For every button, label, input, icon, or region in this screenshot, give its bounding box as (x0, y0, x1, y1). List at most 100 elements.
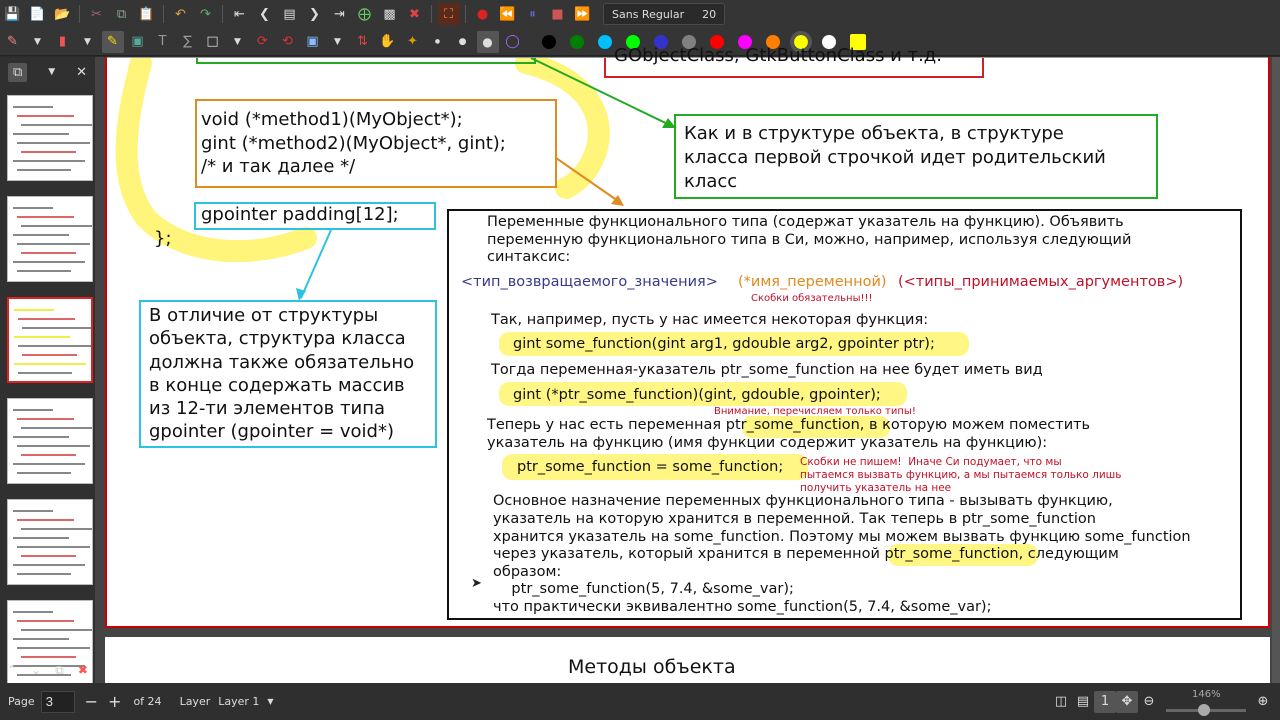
delete-page-icon[interactable]: ✖ (404, 3, 426, 25)
zoom-in-icon[interactable]: ⊕ (1252, 691, 1274, 713)
default-tool-icon[interactable]: ✦ (402, 31, 424, 53)
thumbnail-line (13, 510, 53, 512)
thumbnail-line (13, 409, 53, 411)
rewind-icon[interactable]: ⏪ (497, 3, 519, 25)
eraser-icon[interactable]: ▮ (52, 31, 74, 53)
goto-page-icon[interactable]: ▤ (279, 3, 301, 25)
last-page-icon[interactable]: ⇥ (329, 3, 351, 25)
page-label: Page (8, 695, 35, 708)
next-page-icon[interactable]: ❯ (304, 3, 326, 25)
copy-page-icon[interactable]: ⧉ (55, 663, 64, 678)
dropdown-icon[interactable]: ▼ (27, 31, 49, 53)
copy-icon[interactable]: ⧉ (111, 3, 133, 25)
syntax-args: (<типы_принимаемых_аргументов>) (898, 274, 1184, 290)
vertical-scrollbar[interactable] (1272, 57, 1280, 683)
undo-icon[interactable]: ↶ (170, 3, 192, 25)
increment-page-icon[interactable]: + (108, 692, 121, 711)
color-swatch[interactable] (598, 34, 612, 49)
math-tool-icon[interactable]: ∑ (177, 31, 199, 53)
zoom-slider[interactable]: 146% (1166, 687, 1246, 717)
thick-width-icon[interactable]: ● (476, 30, 499, 53)
text-tool-icon[interactable]: T (152, 31, 174, 53)
zoom-slider-handle[interactable] (1198, 703, 1210, 716)
record-icon[interactable]: ● (472, 3, 494, 25)
save-icon[interactable]: 💾 (2, 3, 24, 25)
hand-icon[interactable]: ✋ (377, 31, 399, 53)
thumbnail-line (22, 327, 91, 329)
page-thumbnail[interactable] (7, 196, 93, 282)
select-object-icon[interactable]: ⟲ (277, 31, 299, 53)
example-func: gint some_function(gint arg1, gdouble ar… (513, 336, 935, 352)
thumbnail-line (21, 454, 76, 456)
cut-icon[interactable]: ✂ (86, 3, 108, 25)
move-down-icon[interactable]: ⌄ (31, 663, 41, 677)
thumbnail-line (21, 124, 92, 126)
font-name: Sans Regular (612, 7, 685, 21)
vertical-space-icon[interactable]: ⇅ (352, 31, 374, 53)
highlighter-icon[interactable]: ✎ (101, 30, 124, 53)
medium-width-icon[interactable]: ● (452, 31, 474, 53)
zoom-out-icon[interactable]: ⊖ (1138, 691, 1160, 713)
pause-icon[interactable]: ⏸ (522, 3, 544, 25)
stop-icon[interactable]: ■ (547, 3, 569, 25)
lasso-select-icon[interactable]: ⟳ (252, 31, 274, 53)
fill-icon[interactable]: ◯ (502, 31, 524, 53)
pen-icon[interactable]: ✎ (2, 31, 24, 53)
pages-icon[interactable]: ⧉ (8, 62, 28, 82)
new-document-icon[interactable]: 📄 (27, 3, 49, 25)
decrement-page-icon[interactable]: − (85, 692, 98, 711)
paste-icon[interactable]: 📋 (136, 3, 158, 25)
thumbnail-line (17, 243, 90, 245)
add-page-icon[interactable]: ⨁ (354, 3, 376, 25)
document-canvas[interactable]: GObjectClass, GtkButtonClass и т.д. void… (95, 45, 1280, 697)
delete-page-icon[interactable]: ✖ (78, 663, 88, 677)
main-purpose-4a: через указатель, который хранится в пере… (493, 546, 885, 562)
color-swatch[interactable] (570, 34, 584, 49)
layer-select[interactable]: Layer 1 (218, 695, 259, 708)
page-thumbnail[interactable] (7, 499, 93, 585)
two-page-view-icon[interactable]: ◫ (1050, 691, 1072, 713)
chevron-down-icon[interactable]: ▼ (267, 697, 273, 706)
thumbnail-line (13, 611, 53, 613)
thumbnail-line (18, 345, 91, 347)
thumbnail-line (17, 169, 71, 171)
page-number-input[interactable] (40, 690, 75, 713)
thumbnail-line (13, 133, 69, 135)
fullscreen-icon[interactable]: ⛶ (437, 3, 460, 25)
zoom-fit-icon[interactable]: ✥ (1116, 690, 1138, 713)
fine-width-icon[interactable]: ● (427, 31, 449, 53)
color-swatch[interactable] (542, 34, 556, 49)
assign-intro-a: Теперь у нас есть переменная (487, 417, 726, 433)
previous-page-icon[interactable]: ❮ (254, 3, 276, 25)
dropdown-icon[interactable]: ▼ (327, 31, 349, 53)
fast-forward-icon[interactable]: ⏩ (572, 3, 594, 25)
page-thumbnail[interactable] (7, 398, 93, 484)
thumbnail-line (13, 537, 69, 539)
syntax-name: (*имя_переменной) (738, 274, 887, 290)
thumbnail-line (17, 620, 74, 622)
code-close: }; (154, 228, 172, 249)
image-icon[interactable]: ▣ (127, 31, 149, 53)
separator (431, 5, 432, 23)
open-folder-icon[interactable]: 📂 (52, 3, 74, 25)
single-page-view-icon[interactable]: ▤ (1072, 691, 1094, 713)
page-thumbnail[interactable] (7, 297, 93, 383)
dropdown-icon[interactable]: ▼ (48, 67, 55, 77)
dropdown-icon[interactable]: ▼ (227, 31, 249, 53)
rect-select-icon[interactable]: ▣ (302, 31, 324, 53)
page-setup-icon[interactable]: ▩ (379, 3, 401, 25)
close-icon[interactable]: ✕ (76, 65, 87, 80)
zoom-100-icon[interactable]: 1 (1094, 690, 1116, 713)
code-method2: gint (*method2)(MyObject*, gint); (201, 133, 506, 154)
call-code: ptr_some_function(5, 7.4, &some_var); (493, 581, 794, 597)
first-page-icon[interactable]: ⇤ (229, 3, 251, 25)
thumbnail-line (17, 270, 71, 272)
move-up-icon[interactable]: ⌃ (7, 663, 17, 677)
redo-icon[interactable]: ↷ (195, 3, 217, 25)
font-selector[interactable]: Sans Regular 20 (603, 3, 726, 25)
shape-tool-icon[interactable]: □ (202, 31, 224, 53)
dropdown-icon[interactable]: ▼ (77, 31, 99, 53)
page-thumbnail[interactable] (7, 95, 93, 181)
thumbnail-line (21, 151, 76, 153)
main-purpose-line4: через указатель, который хранится в пере… (493, 546, 1119, 562)
